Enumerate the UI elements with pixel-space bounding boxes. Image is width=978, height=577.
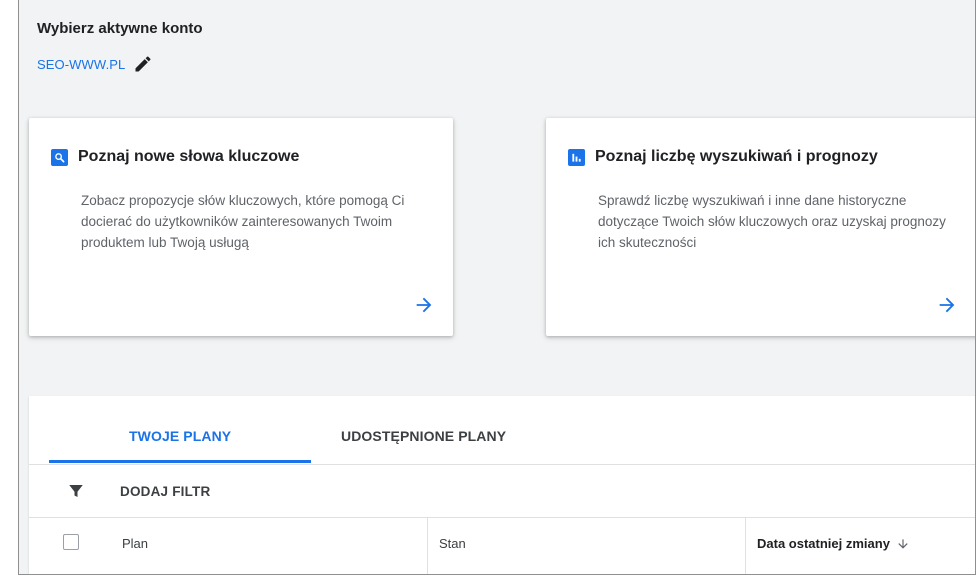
pencil-icon[interactable] (133, 54, 153, 74)
column-header-last-modified-label: Data ostatniej zmiany (757, 536, 890, 551)
column-header-last-modified[interactable]: Data ostatniej zmiany (757, 536, 910, 551)
plans-tabs: TWOJE PLANY UDOSTĘPNIONE PLANY (29, 396, 975, 465)
arrow-right-icon[interactable] (413, 294, 435, 316)
arrow-right-icon[interactable] (936, 294, 958, 316)
card-header: Poznaj nowe słowa kluczowe (51, 148, 299, 166)
add-filter-button[interactable]: DODAJ FILTR (120, 484, 210, 499)
arrow-down-icon (898, 538, 908, 549)
table-header: Plan Stan Data ostatniej zmiany (29, 518, 975, 574)
discover-keywords-card[interactable]: Poznaj nowe słowa kluczowe Zobacz propoz… (29, 118, 453, 336)
active-tab-indicator (49, 460, 311, 463)
card-description: Zobacz propozycje słów kluczowych, które… (81, 193, 405, 250)
account-row: SEO-WWW.PL (37, 54, 153, 74)
search-volume-forecast-card[interactable]: Poznaj liczbę wyszukiwań i prognozy Spra… (546, 118, 975, 336)
bar-chart-icon (568, 148, 585, 166)
plans-panel: TWOJE PLANY UDOSTĘPNIONE PLANY DODAJ FIL… (29, 396, 975, 574)
search-icon (51, 148, 68, 166)
account-section-title: Wybierz aktywne konto (37, 20, 203, 37)
filter-icon[interactable] (67, 482, 85, 500)
column-header-plan[interactable]: Plan (122, 536, 148, 551)
select-all-checkbox[interactable] (63, 534, 79, 550)
tab-shared-plans[interactable]: UDOSTĘPNIONE PLANY (341, 428, 506, 444)
card-description: Sprawdź liczbę wyszukiwań i inne dane hi… (598, 193, 946, 250)
tab-your-plans[interactable]: TWOJE PLANY (129, 428, 231, 444)
app-frame: Wybierz aktywne konto SEO-WWW.PL Poznaj … (18, 0, 976, 575)
column-divider (427, 518, 428, 574)
filter-bar: DODAJ FILTR (29, 465, 975, 518)
card-header: Poznaj liczbę wyszukiwań i prognozy (568, 148, 878, 166)
column-header-status[interactable]: Stan (439, 536, 466, 551)
account-name-link[interactable]: SEO-WWW.PL (37, 57, 125, 72)
card-title: Poznaj nowe słowa kluczowe (78, 148, 300, 165)
card-title: Poznaj liczbę wyszukiwań i prognozy (595, 148, 878, 165)
column-divider (745, 518, 746, 574)
